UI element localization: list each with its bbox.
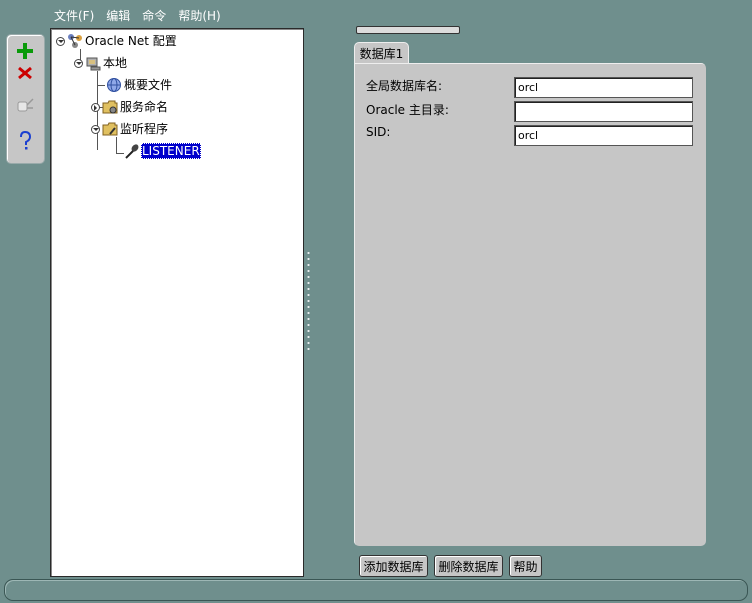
tree-connector bbox=[97, 85, 105, 86]
global-db-name-input[interactable] bbox=[514, 77, 693, 98]
add-database-label: 添加数据库 bbox=[363, 559, 424, 574]
tree-connector bbox=[116, 137, 117, 153]
delete-database-label: 删除数据库 bbox=[438, 559, 499, 574]
tree-label-local: 本地 bbox=[103, 56, 128, 70]
computer-icon bbox=[86, 57, 101, 71]
tree-node-local[interactable]: 本地 bbox=[74, 54, 128, 72]
collapse-icon[interactable] bbox=[74, 58, 83, 68]
tree-node-naming[interactable]: 服务命名 bbox=[91, 98, 169, 116]
microphone-icon bbox=[125, 144, 139, 159]
folder-icon bbox=[102, 100, 118, 114]
collapse-icon[interactable] bbox=[91, 124, 100, 134]
side-toolbar bbox=[6, 34, 45, 164]
tab-database-1[interactable]: 数据库1 bbox=[354, 42, 409, 64]
delete-database-button[interactable]: 删除数据库 bbox=[434, 555, 503, 577]
add-button[interactable] bbox=[11, 39, 39, 63]
tree-label-root: Oracle Net 配置 bbox=[85, 34, 177, 48]
sid-input[interactable] bbox=[514, 125, 693, 146]
navigator-tree[interactable]: Oracle Net 配置 本地 概要文件 服务命名 监听程序 LISTENER bbox=[50, 28, 304, 577]
tree-node-listener[interactable]: LISTENER bbox=[124, 142, 201, 160]
network-icon bbox=[68, 34, 82, 48]
close-icon bbox=[18, 66, 32, 80]
test-button[interactable] bbox=[11, 93, 39, 117]
menu-edit[interactable]: 编辑 bbox=[100, 6, 136, 26]
folder-icon bbox=[102, 122, 118, 136]
global-db-name-label: 全局数据库名: bbox=[366, 79, 443, 93]
tree-node-listeners[interactable]: 监听程序 bbox=[91, 120, 169, 138]
menu-command[interactable]: 命令 bbox=[136, 6, 172, 26]
tree-label-profile: 概要文件 bbox=[124, 78, 173, 92]
add-database-button[interactable]: 添加数据库 bbox=[359, 555, 428, 577]
collapse-icon[interactable] bbox=[56, 36, 65, 46]
menu-bar: 文件(F) 编辑 命令 帮助(H) bbox=[48, 6, 227, 26]
tree-label-listeners: 监听程序 bbox=[120, 122, 169, 136]
tree-node-root[interactable]: Oracle Net 配置 bbox=[56, 32, 178, 50]
tab-strip-stub bbox=[356, 26, 460, 34]
tree-node-profile[interactable]: 概要文件 bbox=[106, 76, 173, 94]
splitter-handle[interactable] bbox=[307, 250, 310, 354]
help-icon bbox=[20, 130, 32, 150]
tab-label: 数据库1 bbox=[359, 47, 404, 61]
test-connection-icon bbox=[17, 98, 34, 112]
oracle-home-input[interactable] bbox=[514, 101, 693, 122]
oracle-home-label: Oracle 主目录: bbox=[366, 103, 449, 117]
menu-file[interactable]: 文件(F) bbox=[48, 6, 100, 26]
help-button[interactable]: 帮助 bbox=[509, 555, 542, 577]
delete-button[interactable] bbox=[11, 61, 39, 85]
tree-label-naming: 服务命名 bbox=[120, 100, 169, 114]
help-button-label: 帮助 bbox=[513, 559, 538, 574]
status-bar bbox=[4, 579, 748, 601]
expand-icon[interactable] bbox=[91, 102, 100, 112]
globe-icon bbox=[107, 78, 121, 92]
database-panel: 全局数据库名: Oracle 主目录: SID: bbox=[354, 63, 706, 546]
sid-label: SID: bbox=[366, 125, 391, 139]
plus-icon bbox=[17, 43, 33, 59]
menu-help[interactable]: 帮助(H) bbox=[172, 6, 226, 26]
help-tool-button[interactable] bbox=[11, 129, 39, 153]
tree-connector bbox=[116, 153, 124, 154]
tree-label-listener: LISTENER bbox=[141, 143, 201, 159]
